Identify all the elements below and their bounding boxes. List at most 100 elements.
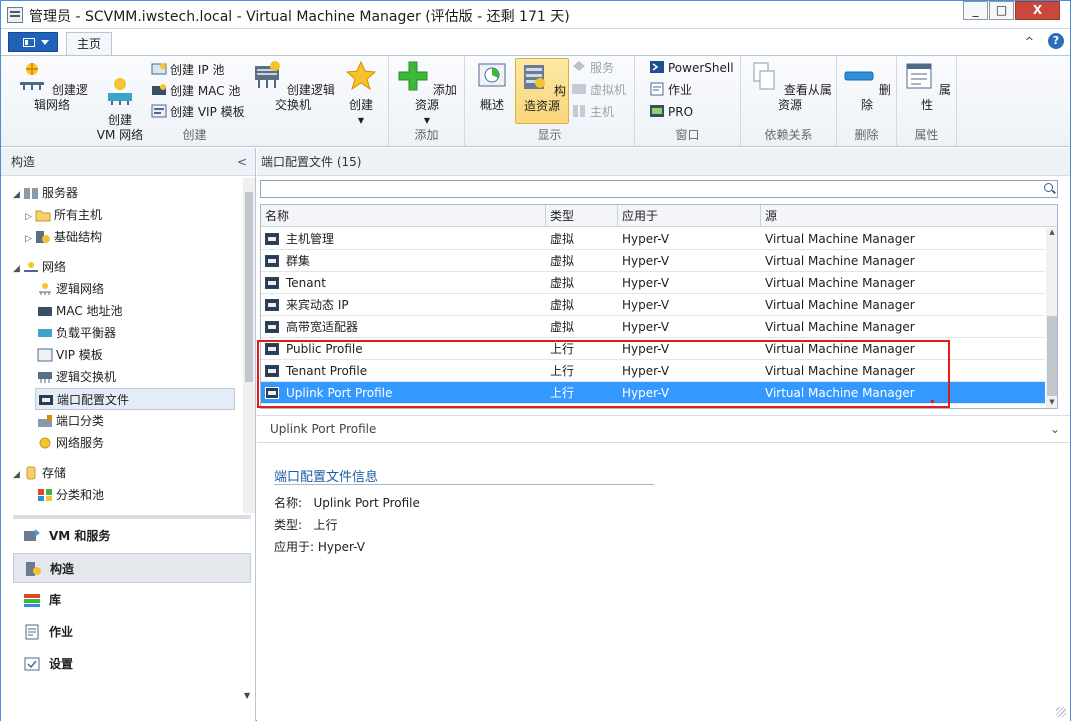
tree-item-vip-templates[interactable]: VIP 模板 bbox=[37, 344, 103, 366]
table-row[interactable]: 主机管理 虚拟 Hyper-V Virtual Machine Manager bbox=[261, 228, 1045, 250]
tree-item-networking[interactable]: ◢ 网络 bbox=[13, 256, 66, 278]
tree-item-servers[interactable]: ◢ 服务器 bbox=[13, 182, 78, 204]
tree-expander-icon[interactable]: ◢ bbox=[13, 258, 23, 280]
nav-library[interactable]: 库 bbox=[13, 585, 251, 615]
create-button[interactable]: 创建 ▼ bbox=[339, 60, 383, 128]
fabric-resources-icon bbox=[524, 65, 546, 89]
tree-item-network-services[interactable]: 网络服务 bbox=[37, 432, 104, 454]
help-icon[interactable]: ? bbox=[1048, 33, 1064, 49]
nav-overflow-icon[interactable]: ▼ bbox=[244, 691, 250, 700]
create-logical-switch-button[interactable]: 创建逻辑交换机 bbox=[249, 60, 337, 113]
delete-icon bbox=[844, 71, 874, 81]
tree-expander-icon[interactable]: ▷ bbox=[25, 228, 35, 250]
details-header[interactable]: Uplink Port Profile ⌄ bbox=[257, 415, 1070, 443]
search-input[interactable] bbox=[260, 180, 1058, 198]
file-menu-button[interactable] bbox=[8, 32, 58, 52]
scroll-up-icon[interactable]: ▲ bbox=[1046, 228, 1057, 240]
nav-settings[interactable]: 设置 bbox=[13, 649, 251, 679]
tree-scrollbar[interactable] bbox=[243, 178, 255, 513]
tree-item-infrastructure[interactable]: ▷ 基础结构 bbox=[25, 226, 102, 248]
nav-fabric[interactable]: 构造 bbox=[13, 553, 251, 583]
classification-icon bbox=[38, 489, 52, 501]
app-icon[interactable] bbox=[7, 7, 23, 23]
create-logical-network-button[interactable]: 创建逻辑网络 bbox=[13, 60, 91, 113]
services-button[interactable]: 服务 bbox=[571, 58, 614, 78]
view-dependent-resources-button[interactable]: 查看从属资源 bbox=[747, 60, 833, 113]
resize-grip[interactable] bbox=[1056, 707, 1066, 717]
scroll-down-icon[interactable]: ▼ bbox=[1046, 398, 1057, 408]
tree-item-storage[interactable]: ◢ 存储 bbox=[13, 462, 66, 484]
ribbon: 创建逻辑网络 创建 VM 网络 创建 IP 池 创建 MAC 池 创建 VIP … bbox=[1, 55, 1070, 147]
tree-item-label: 端口配置文件 bbox=[57, 393, 130, 407]
tree-item-port-profiles[interactable]: 端口配置文件 bbox=[35, 388, 235, 410]
collapse-pane-button[interactable]: < bbox=[237, 148, 247, 176]
servers-icon bbox=[24, 188, 38, 199]
navigation-pane-title: 构造 bbox=[11, 155, 36, 169]
logical-network-icon bbox=[39, 283, 51, 295]
tree-item-port-classifications[interactable]: 端口分类 bbox=[37, 410, 104, 432]
tree-expander-icon[interactable]: ◢ bbox=[13, 464, 23, 486]
ribbon-group-add: 添加资源 ▼ 添加 bbox=[389, 56, 465, 146]
table-row[interactable]: 高带宽适配器 虚拟 Hyper-V Virtual Machine Manager bbox=[261, 316, 1045, 338]
cell-source: Virtual Machine Manager bbox=[765, 254, 915, 268]
logical-switch-icon bbox=[255, 61, 281, 88]
jobs-label: 作业 bbox=[668, 83, 693, 97]
minimize-button[interactable]: _ bbox=[963, 1, 988, 20]
mac-pool-icon bbox=[152, 84, 166, 95]
grid-scrollbar-thumb[interactable] bbox=[1047, 316, 1057, 396]
tree-item-mac-pools[interactable]: MAC 地址池 bbox=[37, 300, 123, 322]
overview-button[interactable]: 概述 bbox=[471, 60, 513, 113]
properties-button[interactable]: 属性 bbox=[903, 60, 951, 113]
jobs-icon bbox=[25, 624, 39, 640]
tree-item-logical-switches[interactable]: 逻辑交换机 bbox=[37, 366, 116, 388]
column-header-source[interactable]: 源 bbox=[761, 205, 1057, 227]
hosts-button[interactable]: 主机 bbox=[571, 102, 614, 122]
column-header-applies-to[interactable]: 应用于 bbox=[618, 205, 761, 227]
port-classification-icon bbox=[38, 415, 52, 427]
powershell-button[interactable]: PowerShell bbox=[649, 58, 734, 78]
show-group-label: 显示 bbox=[537, 128, 562, 142]
maximize-button[interactable]: □ bbox=[989, 1, 1014, 20]
column-header-name[interactable]: 名称 bbox=[261, 205, 546, 227]
column-header-type[interactable]: 类型 bbox=[546, 205, 618, 227]
tree-expander-icon[interactable]: ◢ bbox=[13, 184, 23, 206]
create-mac-pool-button[interactable]: 创建 MAC 池 bbox=[151, 81, 240, 101]
tree-item-classifications-pools[interactable]: 分类和池 bbox=[37, 484, 104, 506]
cell-type: 虚拟 bbox=[550, 254, 575, 268]
tree-item-logical-networks[interactable]: 逻辑网络 bbox=[37, 278, 104, 300]
detail-label: 应用于: bbox=[274, 540, 315, 554]
pane-splitter[interactable] bbox=[13, 515, 251, 519]
grid-scrollbar[interactable]: ▲ ▼ bbox=[1046, 228, 1057, 408]
create-vip-template-button[interactable]: 创建 VIP 模板 bbox=[151, 102, 245, 122]
results-header: 端口配置文件 (15) bbox=[257, 148, 1070, 176]
details-header-title: Uplink Port Profile bbox=[270, 422, 377, 436]
nav-jobs[interactable]: 作业 bbox=[13, 617, 251, 647]
fabric-resources-button[interactable]: 构造资源 bbox=[515, 58, 569, 124]
tree-item-load-balancers[interactable]: 负载平衡器 bbox=[37, 322, 116, 344]
host-icon bbox=[573, 105, 585, 117]
create-ip-pool-button[interactable]: 创建 IP 池 bbox=[151, 60, 224, 80]
pro-button[interactable]: PRO bbox=[649, 102, 693, 122]
tree-expander-icon[interactable]: ▷ bbox=[25, 206, 35, 228]
app-window: 管理员 - SCVMM.iwstech.local - Virtual Mach… bbox=[0, 0, 1071, 721]
jobs-button[interactable]: 作业 bbox=[649, 80, 692, 100]
table-row[interactable]: 群集 虚拟 Hyper-V Virtual Machine Manager bbox=[261, 250, 1045, 272]
nav-vms-and-services[interactable]: VM 和服务 bbox=[13, 521, 251, 551]
add-resources-button[interactable]: 添加资源 ▼ bbox=[393, 60, 461, 128]
tree-item-all-hosts[interactable]: ▷ 所有主机 bbox=[25, 204, 102, 226]
close-button[interactable]: X bbox=[1015, 1, 1060, 20]
collapse-ribbon-button[interactable]: ^ bbox=[1025, 35, 1034, 48]
detail-value: Hyper-V bbox=[317, 540, 366, 554]
tab-home[interactable]: 主页 bbox=[66, 32, 112, 56]
delete-button[interactable]: 删除 bbox=[843, 60, 891, 113]
port-profile-icon bbox=[265, 299, 279, 311]
table-row[interactable]: Tenant 虚拟 Hyper-V Virtual Machine Manager bbox=[261, 272, 1045, 294]
vms-button[interactable]: 虚拟机 bbox=[571, 80, 626, 100]
table-row[interactable]: 来宾动态 IP 虚拟 Hyper-V Virtual Machine Manager bbox=[261, 294, 1045, 316]
tree-item-label: 逻辑交换机 bbox=[56, 370, 117, 384]
add-plus-icon bbox=[398, 61, 428, 91]
ribbon-group-properties: 属性 属性 bbox=[897, 56, 957, 146]
tree-scrollbar-thumb[interactable] bbox=[245, 192, 253, 382]
search-icon[interactable] bbox=[1044, 183, 1053, 192]
chevron-down-icon[interactable]: ⌄ bbox=[1050, 416, 1060, 442]
